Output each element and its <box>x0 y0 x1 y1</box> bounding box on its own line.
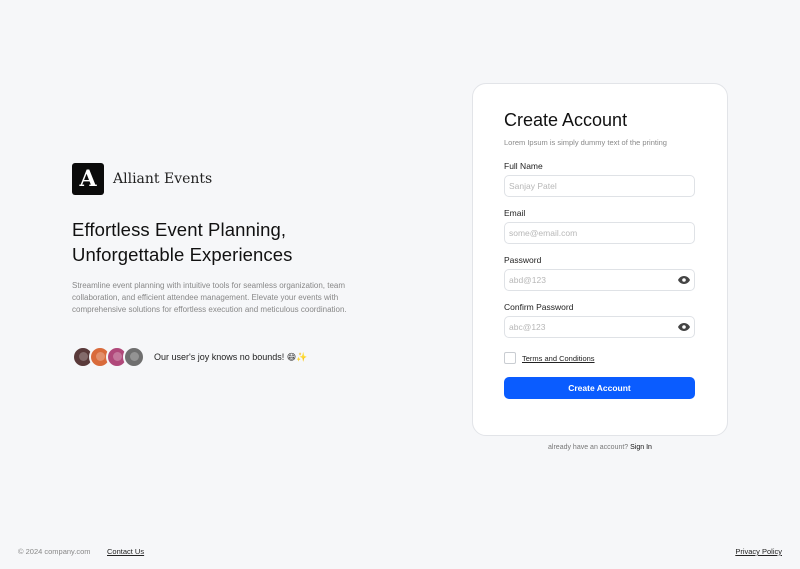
eye-icon[interactable] <box>678 275 690 285</box>
avatar <box>123 346 145 368</box>
brand: A Alliant Events <box>72 163 402 195</box>
privacy-link[interactable]: Privacy Policy <box>735 547 782 556</box>
form-title: Create Account <box>504 110 628 130</box>
confirm-password-input[interactable] <box>504 316 695 338</box>
terms-checkbox[interactable] <box>504 352 516 364</box>
social-proof: Our user's joy knows no bounds! 😄✨ <box>72 346 402 368</box>
hero-headline: Effortless Event Planning, Unforgettable… <box>72 219 293 265</box>
eye-icon[interactable] <box>678 322 690 332</box>
confirm-password-group: Confirm Password <box>504 302 696 338</box>
signin-link[interactable]: Sign In <box>630 444 652 451</box>
email-group: Email <box>504 208 696 244</box>
confirm-password-label: Confirm Password <box>504 302 574 312</box>
hero-description: Streamline event planning with intuitive… <box>72 281 347 314</box>
form-subtitle: Lorem Ipsum is simply dummy text of the … <box>504 138 667 147</box>
full-name-label: Full Name <box>504 161 543 171</box>
signin-prompt: already have an account? Sign In <box>472 444 728 451</box>
brand-logo: A <box>72 163 104 195</box>
password-label: Password <box>504 255 542 265</box>
full-name-input[interactable] <box>504 175 695 197</box>
signin-prompt-text: already have an account? <box>548 444 629 451</box>
brand-name: Alliant Events <box>113 171 213 187</box>
create-account-card: Create Account Lorem Ipsum is simply dum… <box>472 83 728 436</box>
terms-link[interactable]: Terms and Conditions <box>522 354 595 363</box>
full-name-group: Full Name <box>504 161 696 197</box>
password-input[interactable] <box>504 269 695 291</box>
email-input[interactable] <box>504 222 695 244</box>
contact-link[interactable]: Contact Us <box>107 547 144 556</box>
terms-row: Terms and Conditions <box>504 352 696 364</box>
social-proof-text: Our user's joy knows no bounds! 😄✨ <box>154 351 308 362</box>
password-group: Password <box>504 255 696 291</box>
hero-section: A Alliant Events Effortless Event Planni… <box>72 163 402 368</box>
copyright-text: © 2024 company.com <box>18 547 91 556</box>
email-label: Email <box>504 208 526 218</box>
create-account-button[interactable]: Create Account <box>504 377 695 399</box>
avatar-group <box>72 346 145 368</box>
